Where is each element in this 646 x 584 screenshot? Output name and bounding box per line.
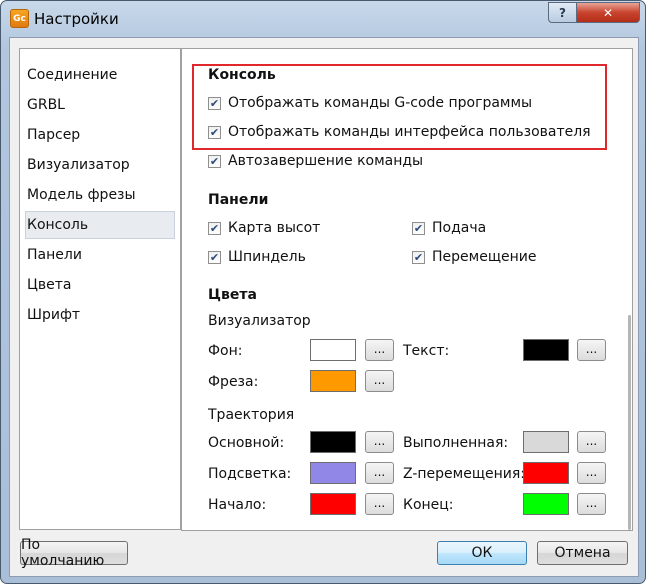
nav-item-label: Шрифт (27, 307, 81, 323)
nav-item-grbl[interactable]: GRBL (25, 92, 175, 118)
settings-content-panel: Консоль ✔ Отображать команды G-code прогр… (181, 48, 633, 531)
title-bar[interactable]: Gc Настройки ? ✕ (1, 1, 645, 35)
dialog-body: Соединение GRBL Парсер Визуализатор Моде… (9, 37, 639, 577)
checkmark-icon: ✔ (208, 96, 221, 110)
drawn-color-label: Выполненная: (403, 435, 509, 451)
cancel-button[interactable]: Отмена (537, 541, 628, 565)
ok-button[interactable]: ОК (437, 541, 527, 565)
nav-item-console[interactable]: Консоль (25, 211, 175, 239)
nav-item-connection[interactable]: Соединение (25, 62, 175, 88)
text-color-swatch[interactable] (523, 339, 569, 361)
restore-defaults-button[interactable]: По умолчанию (20, 537, 128, 569)
section-title-console: Консоль (208, 67, 276, 83)
normal-color-pick-button[interactable]: ... (365, 431, 394, 453)
checkmark-icon: ✔ (412, 221, 425, 235)
checkmark-icon: ✔ (208, 125, 221, 139)
nav-item-label: Соединение (27, 67, 118, 83)
section-title-panels: Панели (208, 192, 269, 208)
zmovement-color-label: Z-перемещения: (403, 466, 526, 482)
end-color-pick-button[interactable]: ... (577, 493, 606, 515)
app-icon: Gc (10, 9, 29, 28)
checkbox-label: Шпиндель (228, 249, 306, 265)
checkmark-icon: ✔ (208, 221, 221, 235)
checkbox-label: Отображать команды G-code программы (228, 95, 533, 111)
nav-item-label: Консоль (27, 217, 89, 233)
checkmark-icon: ✔ (208, 250, 221, 264)
checkmark-icon: ✔ (208, 154, 221, 168)
show-gcode-checkbox[interactable]: ✔ Отображать команды G-code программы (208, 94, 532, 112)
section-title-colors: Цвета (208, 287, 257, 303)
start-color-pick-button[interactable]: ... (365, 493, 394, 515)
normal-color-label: Основной: (208, 435, 285, 451)
window-title: Настройки (34, 10, 119, 28)
start-color-label: Начало: (208, 497, 267, 513)
background-color-pick-button[interactable]: ... (365, 339, 394, 361)
nav-item-font[interactable]: Шрифт (25, 302, 175, 328)
checkbox-label: Перемещение (432, 249, 537, 265)
highlight-color-label: Подсветка: (208, 466, 292, 482)
nav-item-visualizer[interactable]: Визуализатор (25, 152, 175, 178)
nav-item-label: Парсер (27, 127, 81, 143)
nav-item-parser[interactable]: Парсер (25, 122, 175, 148)
text-color-label: Текст: (403, 343, 450, 359)
scrollbar-thumb[interactable] (628, 315, 631, 530)
end-color-swatch[interactable] (523, 493, 569, 515)
drawn-color-swatch[interactable] (523, 431, 569, 453)
settings-nav-list[interactable]: Соединение GRBL Парсер Визуализатор Моде… (19, 48, 181, 530)
normal-color-swatch[interactable] (310, 431, 356, 453)
highlight-color-pick-button[interactable]: ... (365, 462, 394, 484)
nav-item-colors[interactable]: Цвета (25, 272, 175, 298)
checkbox-label: Автозавершение команды (228, 153, 424, 169)
end-color-label: Конец: (403, 497, 454, 513)
nav-item-label: Панели (27, 247, 82, 263)
checkmark-icon: ✔ (412, 250, 425, 264)
help-button[interactable]: ? (548, 2, 577, 23)
content-scrollbar[interactable] (627, 49, 631, 530)
autocomplete-checkbox[interactable]: ✔ Автозавершение команды (208, 152, 423, 170)
nav-item-panels[interactable]: Панели (25, 242, 175, 268)
checkbox-label: Карта высот (228, 220, 321, 236)
close-button[interactable]: ✕ (576, 2, 640, 23)
toolpath-colors-label: Траектория (208, 407, 295, 423)
feed-panel-checkbox[interactable]: ✔ Подача (412, 219, 486, 237)
start-color-swatch[interactable] (310, 493, 356, 515)
drawn-color-pick-button[interactable]: ... (577, 431, 606, 453)
tool-color-swatch[interactable] (310, 370, 356, 392)
background-color-label: Фон: (208, 343, 243, 359)
show-ui-commands-checkbox[interactable]: ✔ Отображать команды интерфейса пользоват… (208, 123, 591, 141)
jog-panel-checkbox[interactable]: ✔ Перемещение (412, 248, 536, 266)
nav-item-label: GRBL (27, 97, 65, 113)
spindle-panel-checkbox[interactable]: ✔ Шпиндель (208, 248, 306, 266)
nav-item-label: Модель фрезы (27, 187, 136, 203)
text-color-pick-button[interactable]: ... (577, 339, 606, 361)
highlight-color-swatch[interactable] (310, 462, 356, 484)
settings-dialog: Gc Настройки ? ✕ Соединение GRBL Парсер … (0, 0, 646, 584)
tool-color-pick-button[interactable]: ... (365, 370, 394, 392)
visualizer-colors-label: Визуализатор (208, 313, 311, 329)
checkbox-label: Отображать команды интерфейса пользовате… (228, 124, 591, 140)
zmovement-color-pick-button[interactable]: ... (577, 462, 606, 484)
nav-item-label: Визуализатор (27, 157, 130, 173)
heightmap-panel-checkbox[interactable]: ✔ Карта высот (208, 219, 320, 237)
background-color-swatch[interactable] (310, 339, 356, 361)
zmovement-color-swatch[interactable] (523, 462, 569, 484)
nav-item-tool-model[interactable]: Модель фрезы (25, 182, 175, 208)
nav-item-label: Цвета (27, 277, 72, 293)
tool-color-label: Фреза: (208, 374, 259, 390)
checkbox-label: Подача (432, 220, 487, 236)
